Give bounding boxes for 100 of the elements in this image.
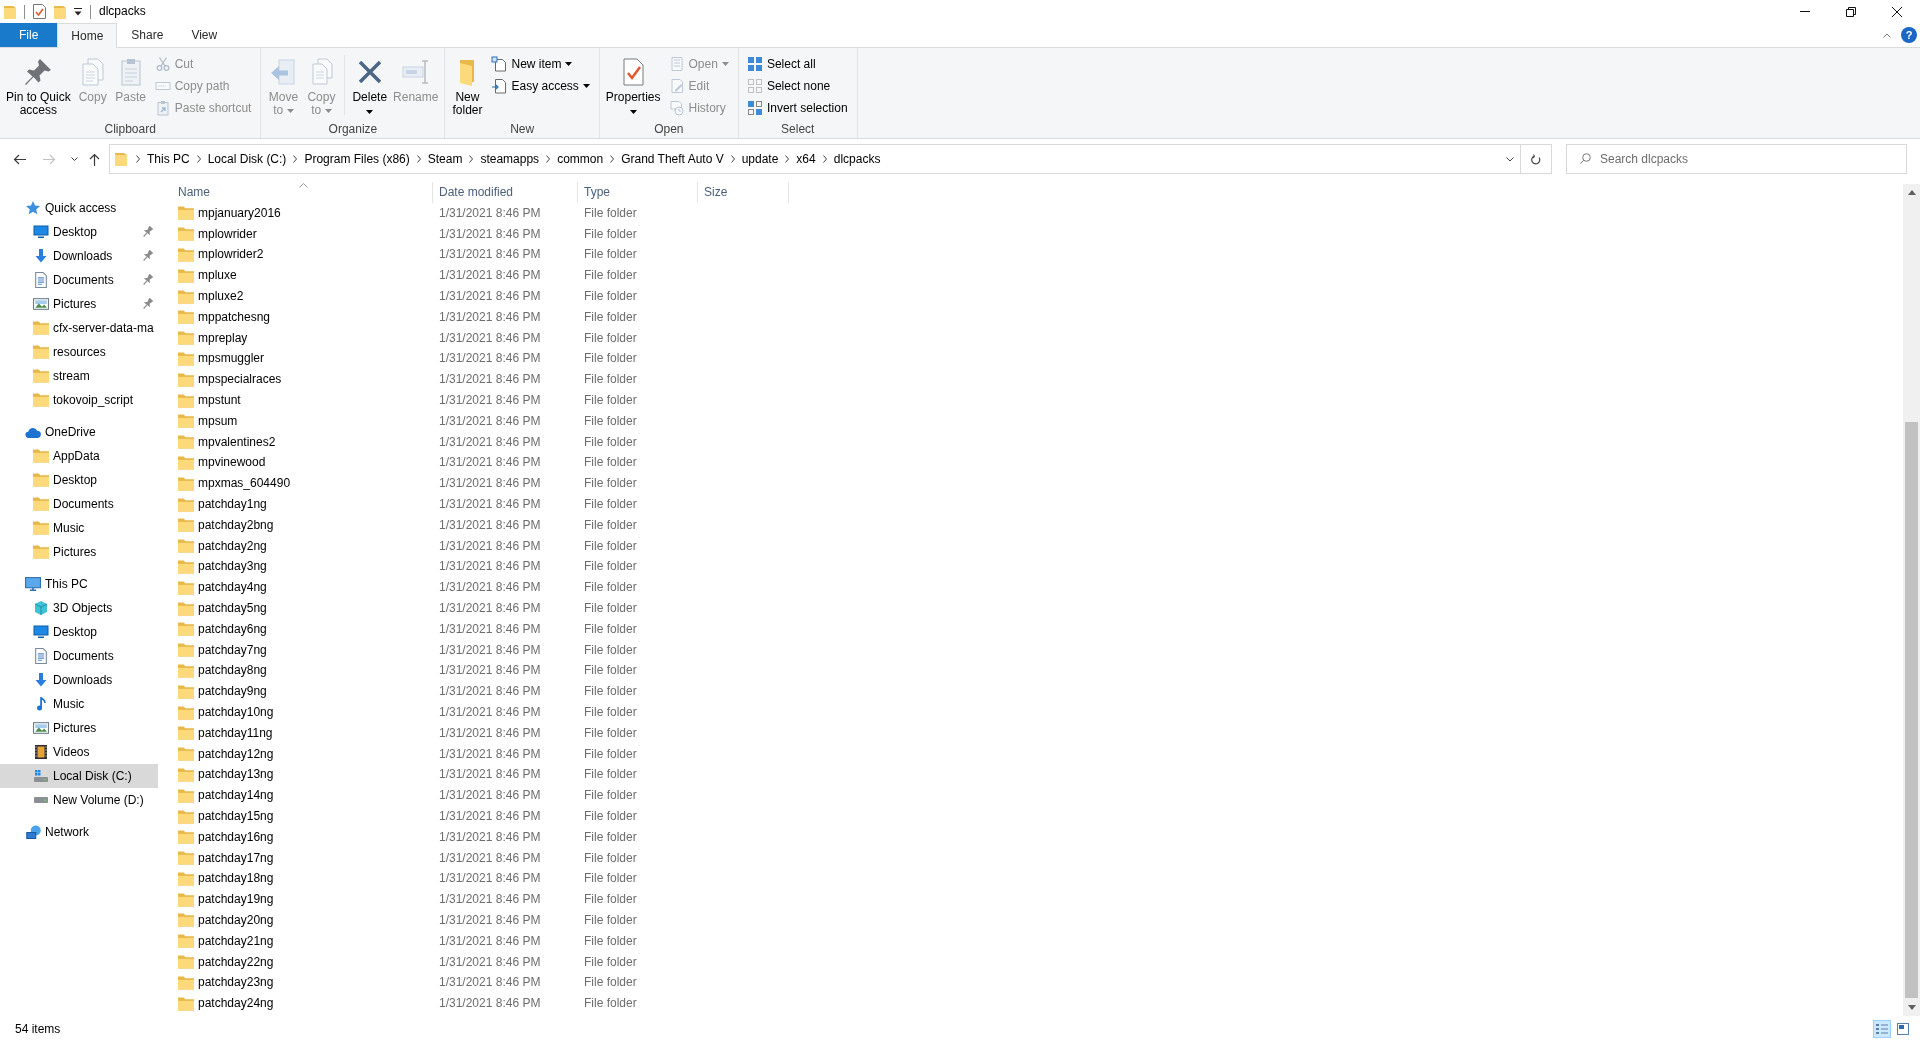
chevron-right-icon[interactable] [546,155,551,163]
file-name[interactable]: patchday21ng [198,933,274,949]
ribbon-tab[interactable]: Home [57,23,118,48]
nav-pane-item[interactable]: New Volume (D:) [0,788,158,812]
breadcrumb-item[interactable]: Program Files (x86) [301,146,413,172]
file-name[interactable]: mpxmas_604490 [198,476,291,492]
nav-pane-item[interactable]: Videos [0,740,158,764]
scroll-down-arrow-icon[interactable] [1907,1005,1916,1010]
nav-pane-item[interactable]: stream [0,364,158,388]
column-header[interactable]: Name [170,182,433,203]
breadcrumb-item[interactable]: Local Disk (C:) [204,146,290,172]
search-field[interactable]: Search dlcpacks [1566,144,1907,174]
address-bar[interactable]: This PC Local Disk (C:) Program Files (x86) Steam steamapps common Grand Theft Auto V update x64 dlcpacks [109,144,1552,174]
properties-button[interactable]: Properties [602,51,664,121]
chevron-right-icon[interactable] [822,155,827,163]
file-name[interactable]: patchday20ng [198,913,274,928]
breadcrumb-item[interactable]: Steam [424,146,466,172]
easy-access-button[interactable]: Easy access [488,75,593,97]
file-name[interactable]: patchday12ng [198,746,274,762]
file-name[interactable]: mpvinewood [198,455,266,471]
chevron-right-icon[interactable] [610,155,615,163]
file-name[interactable]: patchday16ng [198,829,274,845]
breadcrumb-item[interactable]: update [738,146,782,172]
column-header[interactable]: Type [578,182,698,203]
breadcrumb-item[interactable]: dlcpacks [830,146,884,172]
file-name[interactable]: mpreplay [198,330,248,346]
file-name[interactable]: patchday7ng [198,642,267,658]
nav-pane-item[interactable]: Quick access [0,196,158,220]
file-name[interactable]: patchday24ng [198,996,274,1012]
file-name[interactable]: patchday23ng [198,975,274,991]
nav-pane-item[interactable]: Desktop [0,220,158,244]
scrollbar-track[interactable] [1903,184,1920,1016]
nav-pane-item[interactable]: Local Disk (C:) [0,764,158,788]
file-name[interactable]: mplowrider [198,226,257,242]
nav-pane-item[interactable]: 3D Objects [0,596,158,620]
help-button[interactable]: ? [1901,27,1917,43]
large-icons-view-button[interactable] [1894,1020,1912,1038]
file-name[interactable]: mppatchesng [198,309,271,325]
select-all-button[interactable]: Select all [743,53,851,75]
file-name[interactable]: patchday9ng [198,684,267,700]
scroll-up-arrow-icon[interactable] [1907,190,1916,195]
file-name[interactable]: patchday11ng [198,725,273,741]
file-name[interactable]: patchday15ng [198,809,274,824]
file-name[interactable]: mpsum [198,413,238,429]
breadcrumb-item[interactable]: common [554,146,607,172]
file-name[interactable]: patchday3ng [198,559,267,575]
nav-pane-item[interactable]: Pictures [0,716,158,740]
file-name[interactable]: mplowrider2 [198,247,264,263]
breadcrumb-item[interactable]: Grand Theft Auto V [618,146,727,172]
chevron-right-icon[interactable] [785,155,790,163]
file-name[interactable]: patchday2bng [198,517,274,533]
file-name[interactable]: patchday22ng [198,954,274,970]
nav-pane-item[interactable]: Documents [0,492,158,516]
chevron-right-icon[interactable] [469,155,474,163]
file-name[interactable]: mpvalentines2 [198,434,276,450]
file-name[interactable]: patchday14ng [198,788,274,804]
file-name[interactable]: patchday13ng [198,767,274,783]
nav-pane-item[interactable]: Desktop [0,468,158,492]
chevron-up-icon[interactable] [1883,32,1891,38]
select-none-button[interactable]: Select none [743,75,851,97]
file-name[interactable]: patchday18ng [198,871,274,887]
file-name[interactable]: patchday6ng [198,621,267,637]
breadcrumb-item[interactable]: This PC [144,146,193,172]
nav-pane-item[interactable]: Music [0,516,158,540]
chevron-right-icon[interactable] [293,155,298,163]
caret-icon[interactable] [74,7,82,16]
new-item-button[interactable]: New item [488,53,593,75]
breadcrumb-item[interactable]: x64 [793,146,819,172]
nav-pane-item[interactable]: Music [0,692,158,716]
nav-pane-item[interactable]: Downloads [0,244,158,268]
nav-pane-item[interactable]: Pictures [0,292,158,316]
column-header[interactable]: Date modified [433,182,578,203]
file-name[interactable]: patchday10ng [198,705,274,720]
nav-pane-item[interactable]: resources [0,340,158,364]
pin-to-quick-access-button[interactable]: Pin to Quick access [3,51,74,121]
nav-pane-item[interactable]: Desktop [0,620,158,644]
file-name[interactable]: mpstunt [198,393,241,409]
ribbon-tab[interactable]: Share [117,23,178,47]
file-menu-button[interactable]: File [0,23,58,47]
column-header[interactable]: Size [698,182,789,203]
file-name[interactable]: patchday4ng [198,580,267,596]
chevron-right-icon[interactable] [196,155,201,163]
nav-pane-item[interactable]: tokovoip_script [0,388,158,412]
nav-pane-item[interactable]: OneDrive [0,420,158,444]
nav-pane-item[interactable]: Documents [0,268,158,292]
nav-pane-item[interactable]: This PC [0,572,158,596]
file-name[interactable]: patchday5ng [198,601,267,617]
nav-pane-item[interactable]: Network [0,820,158,844]
chevron-right-icon[interactable] [416,155,421,163]
delete-button[interactable]: Delete [349,51,391,121]
chevron-right-icon[interactable] [730,155,735,163]
new-folder-button[interactable]: New folder [448,51,487,121]
breadcrumb-item[interactable]: steamapps [477,146,543,172]
file-name[interactable]: patchday2ng [198,538,267,554]
file-name[interactable]: mpsmuggler [198,351,265,367]
nav-pane-item[interactable]: AppData [0,444,158,468]
scrollbar-thumb[interactable] [1905,422,1918,998]
file-name[interactable]: patchday19ng [198,892,274,908]
invert-selection-button[interactable]: Invert selection [743,97,851,119]
chevron-right-icon[interactable] [136,155,140,163]
